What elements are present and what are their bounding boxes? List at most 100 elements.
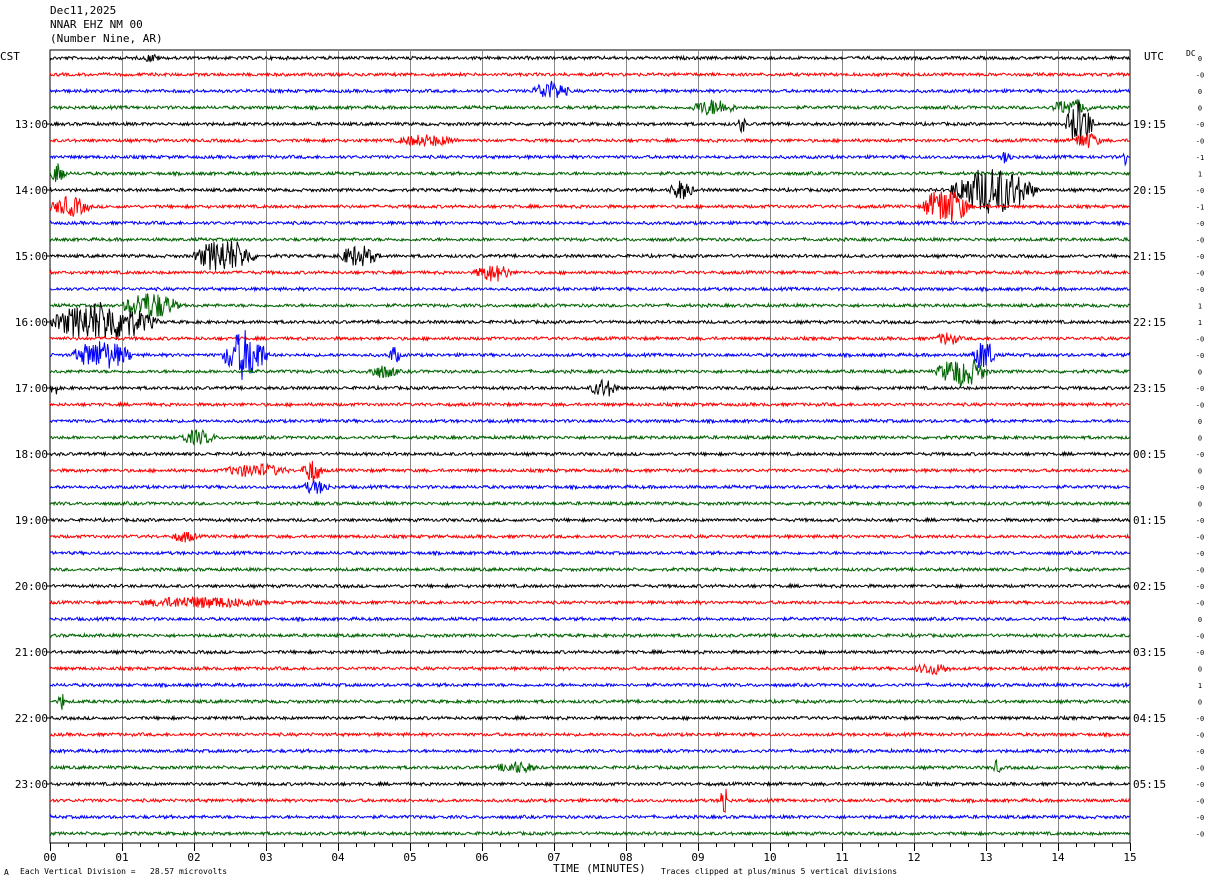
dc-offset-label: -0 [1196,715,1204,723]
right-hour-label: 21:15 [1133,250,1166,263]
seismic-trace [49,240,1131,271]
seismic-trace [50,780,1131,788]
dc-offset-label: -0 [1196,352,1204,360]
seismic-trace [49,219,1131,227]
dc-offset-label: -0 [1196,798,1204,806]
dc-offset-label: -0 [1196,220,1204,228]
seismic-trace [49,758,1131,774]
dc-offset-label: 0 [1198,616,1202,624]
dc-offset-label: -0 [1196,385,1204,393]
x-tick-label: 05 [403,851,416,864]
seismic-trace [49,332,1131,346]
seismic-trace [49,359,1130,389]
x-tick-label: 02 [187,851,200,864]
dc-offset-label: 0 [1198,435,1202,443]
seismic-trace [49,747,1130,755]
dc-offset-label: 1 [1198,319,1202,327]
x-tick-label: 01 [115,851,128,864]
dc-offset-label: -0 [1196,451,1204,459]
left-hour-label: 13:00 [15,118,48,131]
dc-offset-label: -0 [1196,187,1204,195]
left-hour-label: 20:00 [15,580,48,593]
dc-offset-label: 0 [1198,501,1202,509]
right-hour-label: 20:15 [1133,184,1166,197]
dc-offset-label: -0 [1196,517,1204,525]
seismic-trace [49,460,1131,483]
seismic-trace [49,132,1130,149]
seismic-trace [49,479,1131,495]
right-hour-label: 01:15 [1133,514,1166,527]
dc-offset-label: -0 [1196,765,1204,773]
dc-offset-label: -0 [1196,270,1204,278]
left-hour-label: 21:00 [15,646,48,659]
dc-offset-label: -1 [1196,154,1204,162]
seismic-trace [49,417,1131,425]
dc-offset-label: -0 [1196,72,1204,80]
dc-offset-label: 1 [1198,682,1202,690]
dc-offset-label: -1 [1196,204,1204,212]
seismic-trace [49,663,1131,676]
dc-offset-label: -0 [1196,484,1204,492]
dc-offset-label: -0 [1196,831,1204,839]
dc-offset-label: -0 [1196,633,1204,641]
seismic-trace [49,301,1131,340]
clip-note: Traces clipped at plus/minus 5 vertical … [661,867,898,876]
right-hour-label: 02:15 [1133,580,1166,593]
dc-offset-label: 0 [1198,666,1202,674]
left-hour-label: 23:00 [15,778,48,791]
seismic-trace [49,71,1131,78]
seismic-trace [49,450,1131,458]
dc-offset-label: 0 [1198,418,1202,426]
dc-offset-label: -0 [1196,600,1204,608]
dc-offset-label: -0 [1196,402,1204,410]
seismic-trace [49,788,1131,813]
dc-offset-label: -0 [1196,732,1204,740]
left-hour-label: 16:00 [15,316,48,329]
seismic-trace [49,236,1131,243]
dc-offset-label: -0 [1196,814,1204,822]
seismic-trace [49,731,1131,739]
x-tick-label: 03 [259,851,272,864]
x-axis-title: TIME (MINUTES) [553,862,646,875]
dc-offset-label: -0 [1196,583,1204,591]
left-hour-label: 15:00 [15,250,48,263]
seismic-trace [49,80,1131,99]
dc-offset-label: 1 [1198,303,1202,311]
x-tick-label: 14 [1051,851,1065,864]
seismic-trace [49,582,1131,590]
x-tick-label: 04 [331,851,345,864]
seismic-trace [49,516,1131,524]
right-hour-label: 05:15 [1133,778,1166,791]
x-tick-label: 06 [475,851,488,864]
seismic-trace [49,714,1131,722]
left-hour-label: 17:00 [15,382,48,395]
left-hour-label: 18:00 [15,448,48,461]
plot-frame [49,49,1131,844]
right-hour-label: 19:15 [1133,118,1166,131]
seismic-trace [49,694,1131,710]
dc-offset-label: 0 [1198,105,1202,113]
seismic-trace [49,53,1131,63]
seismic-trace [49,813,1131,821]
seismic-trace [49,400,1131,409]
dc-offset-label: -0 [1196,567,1204,575]
seismic-trace [49,285,1131,293]
dc-offset-label: 0 [1198,468,1202,476]
dc-offset-label: -0 [1196,550,1204,558]
dc-offset-label: -0 [1196,237,1204,245]
seismogram-plot: 00 01 02 03 04 05 06 07 08 09 10 11 12 13 14 150-000-0-… [15,49,1204,864]
seismic-trace [49,151,1131,167]
seismic-trace [49,648,1131,656]
dc-offset-label: -0 [1196,781,1204,789]
right-hour-label: 22:15 [1133,316,1166,329]
dc-offset-label: 0 [1198,88,1202,96]
seismic-trace [49,330,1131,380]
seismic-trace [49,429,1131,447]
seismic-trace [49,615,1131,623]
right-hour-label: 03:15 [1133,646,1166,659]
seismic-trace [49,595,1131,609]
x-tick-label: 15 [1123,851,1136,864]
x-tick-label: 10 [763,851,776,864]
x-tick-label: 12 [907,851,920,864]
dc-offset-label: 0 [1198,55,1202,63]
